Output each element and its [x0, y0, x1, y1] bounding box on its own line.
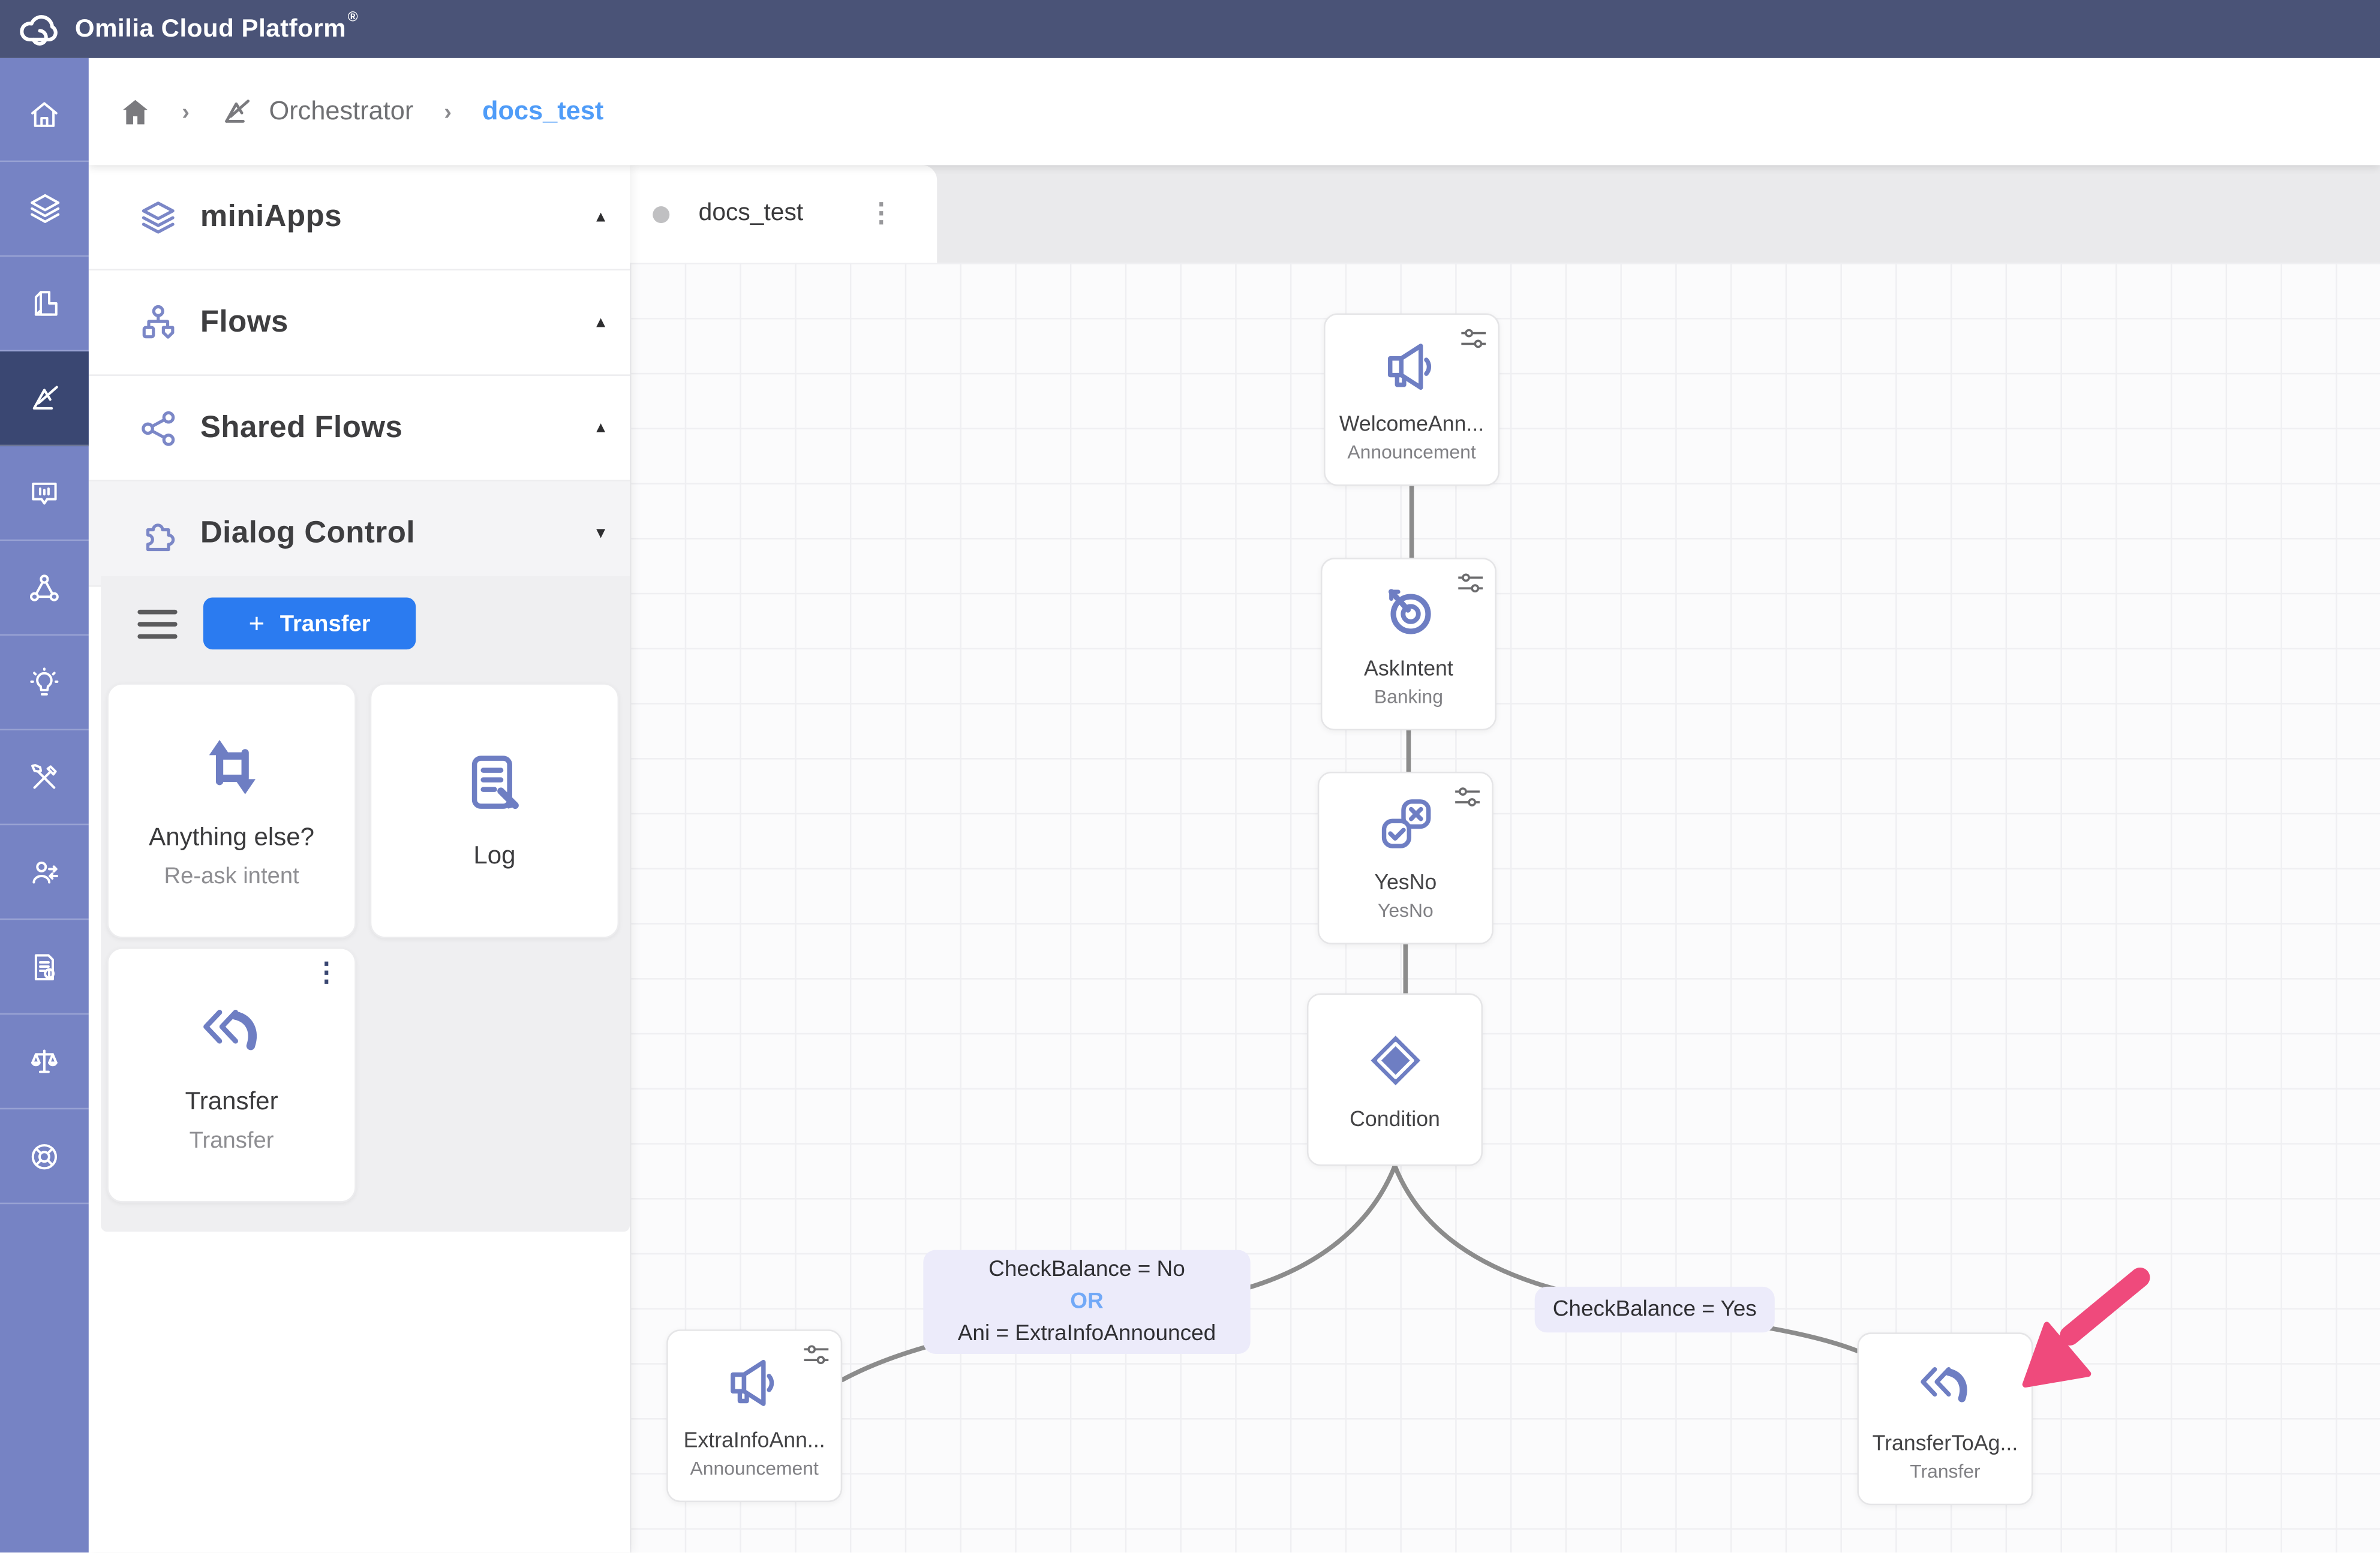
miniapp-card-anything-else[interactable]: Anything else? Re-ask intent — [107, 683, 356, 938]
plus-icon: + — [248, 610, 265, 637]
rail-item-miniapps[interactable] — [0, 162, 89, 257]
section-label: Shared Flows — [200, 410, 403, 446]
miniapp-card-log[interactable]: Log — [370, 683, 619, 938]
flow-tree-icon — [137, 302, 179, 343]
caret-up-icon[interactable]: ▲ — [593, 209, 608, 225]
kebab-menu-icon[interactable]: ⋮ — [313, 958, 339, 989]
sliders-icon[interactable] — [803, 1343, 830, 1366]
transfer-icon — [1915, 1356, 1976, 1417]
sidebar-section-dialog-control[interactable]: Dialog Control ▼ — [89, 481, 630, 587]
flow-canvas: docs_test ⋮ — [630, 165, 2380, 1552]
rail-item-insights[interactable] — [0, 636, 89, 730]
invoice-icon — [28, 950, 61, 983]
repeat-icon — [196, 732, 266, 802]
edge-label-checkbalance-yes[interactable]: CheckBalance = Yes — [1535, 1287, 1775, 1332]
section-label: Flows — [200, 305, 289, 340]
rail-item-billing[interactable] — [0, 920, 89, 1015]
chat-bars-icon — [28, 476, 61, 510]
breadcrumb-item-current[interactable]: docs_test — [482, 97, 603, 127]
dialog-control-popover: + Transfer Anything else? Re-ask intent … — [101, 576, 630, 1232]
registered-mark: ® — [348, 9, 358, 24]
megaphone-icon — [724, 1352, 785, 1413]
rail-item-compliance[interactable] — [0, 1015, 89, 1109]
share-icon — [137, 407, 179, 449]
flow-node-askintent[interactable]: AskIntent Banking — [1321, 558, 1496, 730]
caret-up-icon[interactable]: ▲ — [593, 314, 608, 331]
lifebuoy-icon — [28, 1139, 61, 1173]
breadcrumb: › Orchestrator › docs_test — [89, 58, 2380, 165]
log-icon — [459, 750, 530, 820]
rail-item-orchestrator[interactable] — [0, 351, 89, 446]
left-rail — [0, 58, 89, 1552]
app-logo: Omilia Cloud Platform ® — [15, 6, 357, 52]
canvas-grid[interactable]: WelcomeAnn... Announcement AskIntent Ban… — [630, 263, 2380, 1552]
tab-docs-test[interactable]: docs_test ⋮ — [630, 165, 937, 263]
rail-item-home[interactable] — [0, 67, 89, 162]
menu-icon[interactable] — [137, 609, 177, 638]
sliders-icon[interactable] — [1454, 785, 1482, 808]
flow-node-welcomeann[interactable]: WelcomeAnn... Announcement — [1324, 313, 1499, 486]
app-title: Omilia Cloud Platform — [75, 6, 346, 52]
orchestrator-icon — [220, 95, 254, 128]
rail-item-tools[interactable] — [0, 730, 89, 825]
tools-icon — [28, 760, 61, 794]
flow-node-condition[interactable]: Condition — [1307, 994, 1483, 1166]
dialog-control-toolbar: + Transfer — [101, 576, 630, 671]
card-title: Log — [473, 842, 515, 871]
lightbulb-icon — [28, 666, 61, 699]
layers-icon — [137, 196, 179, 237]
rail-item-network[interactable] — [0, 541, 89, 636]
rail-item-support[interactable] — [0, 1109, 89, 1204]
edge-label-checkbalance-no[interactable]: CheckBalance = No OR Ani = ExtraInfoAnno… — [923, 1250, 1250, 1354]
sidebar-section-miniapps[interactable]: miniApps ▲ — [89, 165, 630, 270]
card-title: Anything else? — [149, 824, 314, 853]
tab-strip: docs_test ⋮ — [630, 165, 2380, 263]
sliders-icon[interactable] — [1460, 327, 1488, 350]
rail-item-blocks[interactable] — [0, 257, 89, 351]
cloud-logo-icon — [15, 6, 61, 52]
orchestrator-icon — [27, 381, 62, 416]
caret-down-icon[interactable]: ▼ — [593, 525, 608, 541]
layers-icon — [27, 191, 62, 227]
diamond-icon — [1363, 1028, 1427, 1092]
blocks-icon — [28, 287, 61, 320]
caret-up-icon[interactable]: ▲ — [593, 420, 608, 437]
target-icon — [1378, 580, 1439, 642]
flow-node-extrainfoann[interactable]: ExtraInfoAnn... Announcement — [666, 1329, 842, 1502]
sidebar-section-shared-flows[interactable]: Shared Flows ▲ — [89, 376, 630, 481]
breadcrumb-separator: › — [182, 98, 190, 124]
breadcrumb-separator: › — [444, 98, 452, 124]
annotation-arrow-icon — [1987, 1259, 2155, 1399]
add-transfer-button[interactable]: + Transfer — [203, 597, 416, 649]
breadcrumb-item-orchestrator[interactable]: Orchestrator — [269, 97, 414, 127]
home-icon — [28, 97, 61, 131]
network-triangle-icon — [28, 571, 61, 604]
or-operator: OR — [1070, 1286, 1103, 1319]
scales-icon — [28, 1045, 61, 1078]
transfer-icon — [196, 997, 266, 1067]
flow-node-yesno[interactable]: YesNo YesNo — [1318, 772, 1493, 944]
yesno-icon — [1375, 794, 1436, 856]
miniapp-card-transfer[interactable]: ⋮ Transfer Transfer — [107, 947, 356, 1203]
card-subtitle: Transfer — [190, 1128, 274, 1154]
people-swap-icon — [28, 855, 61, 889]
section-label: miniApps — [200, 200, 342, 235]
card-title: Transfer — [185, 1088, 278, 1117]
sidebar-section-flows[interactable]: Flows ▲ — [89, 270, 630, 376]
status-dot — [653, 206, 669, 222]
rail-item-user-management[interactable] — [0, 825, 89, 920]
home-icon[interactable] — [119, 95, 152, 128]
sliders-icon[interactable] — [1457, 571, 1485, 594]
card-subtitle: Re-ask intent — [164, 863, 299, 889]
section-label: Dialog Control — [200, 516, 415, 551]
megaphone-icon — [1381, 336, 1443, 398]
kebab-menu-icon[interactable]: ⋮ — [869, 198, 894, 229]
puzzle-icon — [137, 513, 179, 554]
top-bar: Omilia Cloud Platform ® — [0, 0, 2380, 58]
rail-item-dialogs[interactable] — [0, 446, 89, 541]
